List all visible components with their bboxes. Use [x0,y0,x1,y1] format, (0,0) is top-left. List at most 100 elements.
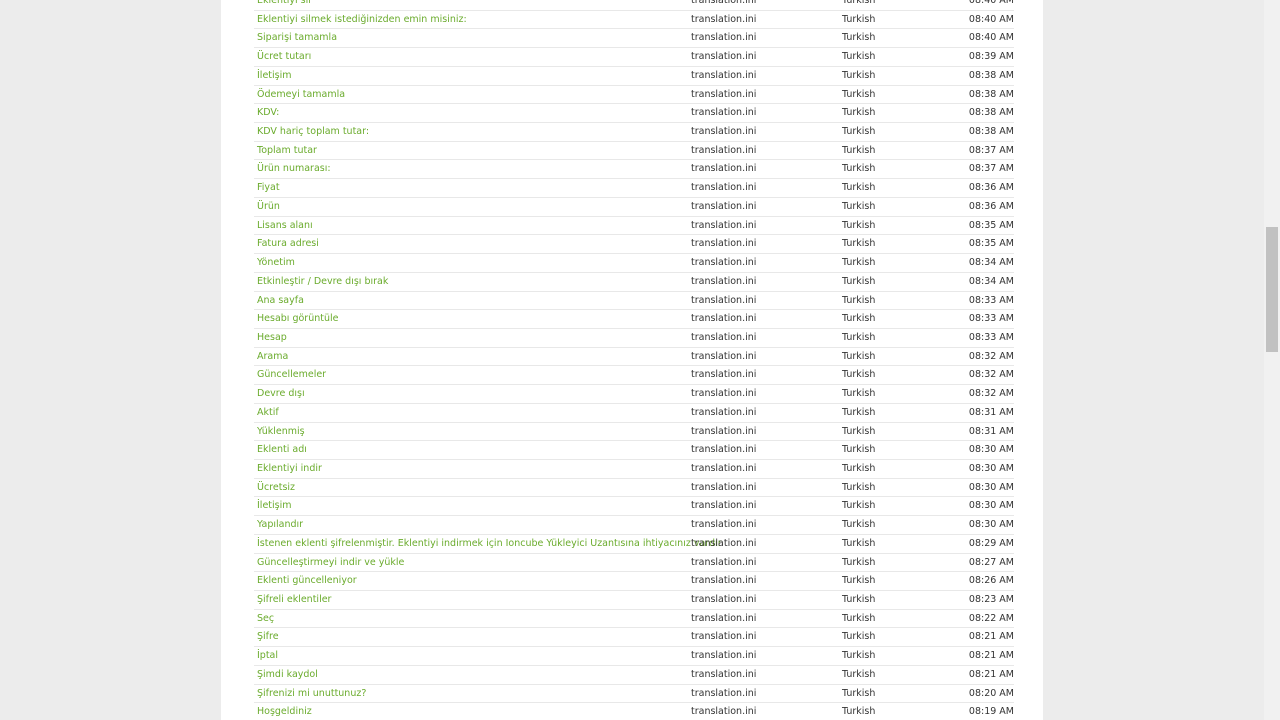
table-row: İstenen eklenti şifrelenmiştir. Eklentiy… [221,535,1043,554]
translation-time: 08:35 AM [968,219,1014,231]
translation-language: Turkish [842,556,876,568]
translation-time: 08:20 AM [968,687,1014,699]
table-row: Ürün numarası: translation.ini Turkish 08:3… [221,160,1043,179]
translation-string-link[interactable]: Ürün numarası: [257,160,331,178]
translation-language: Turkish [842,219,876,231]
translation-time: 08:37 AM [968,163,1014,175]
translation-string-link[interactable]: Ücretsiz [257,479,295,497]
translation-language: Turkish [842,388,876,400]
translation-string-link[interactable]: KDV: [257,104,279,122]
translation-string-link[interactable]: Eklentiyi sil [257,0,311,10]
translation-string-link[interactable]: Ürün [257,198,280,216]
translation-string-link[interactable]: Lisans alanı [257,217,313,235]
translation-string-link[interactable]: Ücret tutarı [257,48,311,66]
translation-string-link[interactable]: Eklenti güncelleniyor [257,572,357,590]
vertical-scrollbar[interactable] [1264,0,1280,720]
translation-language: Turkish [842,0,876,6]
table-row: Şifreli eklentiler translation.ini Turkish… [221,591,1043,610]
translation-string-link[interactable]: İletişim [257,67,292,85]
translation-list: Eklentiyi sil translation.ini Turkish 08:40… [221,0,1043,720]
translation-string-link[interactable]: Şifreli eklentiler [257,591,331,609]
translation-language: Turkish [842,481,876,493]
translation-string-link[interactable]: İstenen eklenti şifrelenmiştir. Eklentiy… [257,535,722,553]
translation-string-link[interactable]: Yüklenmiş [257,423,305,441]
translation-string-link[interactable]: Eklenti adı [257,441,307,459]
translation-string-link[interactable]: İptal [257,647,278,665]
translation-string-link[interactable]: Yapılandır [257,516,303,534]
scrollbar-thumb[interactable] [1266,227,1278,352]
translation-string-link[interactable]: Ödemeyi tamamla [257,86,345,104]
table-row: Yüklenmiş translation.ini Turkish 08:31 AM [221,423,1043,442]
translation-language: Turkish [842,275,876,287]
translation-language: Turkish [842,462,876,474]
translation-language: Turkish [842,331,876,343]
translation-file: translation.ini [691,13,757,25]
translation-language: Turkish [842,406,876,418]
table-row: Seç translation.ini Turkish 08:22 AM [221,610,1043,629]
translation-string-link[interactable]: Hesap [257,329,287,347]
translation-string-link[interactable]: Şifre [257,628,279,646]
translation-string-link[interactable]: Devre dışı [257,385,305,403]
translation-string-link[interactable]: Ana sayfa [257,292,304,310]
translation-file: translation.ini [691,556,757,568]
table-row: Şifrenizi mi unuttunuz? translation.ini Tu… [221,685,1043,704]
translation-string-link[interactable]: Güncelleştirmeyi indir ve yükle [257,554,404,572]
translation-time: 08:38 AM [968,69,1014,81]
translation-string-link[interactable]: Eklentiyi silmek istediğinizden emin mis… [257,11,467,29]
translation-string-link[interactable]: Siparişi tamamla [257,29,337,47]
table-row: Arama translation.ini Turkish 08:32 AM [221,348,1043,367]
translation-file: translation.ini [691,182,757,194]
translation-language: Turkish [842,69,876,81]
translation-time: 08:39 AM [968,51,1014,63]
table-row: Eklentiyi silmek istediğinizden emin mis… [221,11,1043,30]
table-row: Hoşgeldiniz translation.ini Turkish 08:19 A… [221,703,1043,720]
translation-time: 08:40 AM [968,13,1014,25]
table-row: Aktif translation.ini Turkish 08:31 AM [221,404,1043,423]
translation-file: translation.ini [691,594,757,605]
table-row: Ürün translation.ini Turkish 08:36 AM [221,198,1043,217]
table-row: Devre dışı translation.ini Turkish 08:32 AM [221,385,1043,404]
translation-string-link[interactable]: Toplam tutar [257,142,317,160]
translation-string-link[interactable]: Şimdi kaydol [257,666,318,684]
translation-time: 08:32 AM [968,388,1014,400]
translation-string-link[interactable]: Şifrenizi mi unuttunuz? [257,685,366,703]
translation-time: 08:30 AM [968,444,1014,456]
translation-string-link[interactable]: Eklentiyi indir [257,460,322,478]
translation-string-link[interactable]: Etkinleştir / Devre dışı bırak [257,273,388,291]
translation-string-link[interactable]: Fiyat [257,179,280,197]
translation-time: 08:30 AM [968,481,1014,493]
translation-time: 08:21 AM [968,650,1014,662]
translation-language: Turkish [842,706,876,718]
translation-file: translation.ini [691,406,757,418]
translation-string-link[interactable]: Fatura adresi [257,235,319,253]
translation-string-link[interactable]: KDV hariç toplam tutar: [257,123,369,141]
table-row: İletişim translation.ini Turkish 08:38 AM [221,67,1043,86]
translation-string-link[interactable]: İletişim [257,497,292,515]
translation-language: Turkish [842,200,876,212]
table-row: Şimdi kaydol translation.ini Turkish 08:21 … [221,666,1043,685]
translation-file: translation.ini [691,369,757,381]
translation-string-link[interactable]: Güncellemeler [257,366,326,384]
translation-string-link[interactable]: Hoşgeldiniz [257,703,312,720]
translation-file: translation.ini [691,444,757,456]
translation-language: Turkish [842,575,876,587]
translation-file: translation.ini [691,144,757,156]
table-row: Fatura adresi translation.ini Turkish 08:35… [221,235,1043,254]
translation-string-link[interactable]: Yönetim [257,254,295,272]
translation-file: translation.ini [691,313,757,325]
translation-language: Turkish [842,163,876,175]
translation-language: Turkish [842,294,876,306]
translation-time: 08:38 AM [968,107,1014,119]
table-row: Hesabı görüntüle translation.ini Turkish 08… [221,310,1043,329]
translation-time: 08:21 AM [968,631,1014,643]
translation-language: Turkish [842,13,876,25]
translations-panel: Eklentiyi sil translation.ini Turkish 08:40… [221,0,1043,720]
translation-string-link[interactable]: Arama [257,348,288,366]
translation-language: Turkish [842,369,876,381]
translation-string-link[interactable]: Hesabı görüntüle [257,310,338,328]
translation-string-link[interactable]: Seç [257,610,274,628]
translation-language: Turkish [842,687,876,699]
translation-string-link[interactable]: Aktif [257,404,279,422]
translation-time: 08:19 AM [968,706,1014,718]
table-row: Etkinleştir / Devre dışı bırak translatio… [221,273,1043,292]
